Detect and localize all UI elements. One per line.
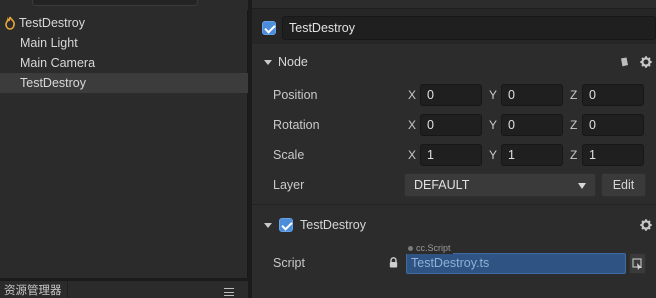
script-label: Script [273, 256, 305, 270]
gear-icon[interactable] [640, 56, 652, 68]
component-enabled-checkbox[interactable] [279, 218, 293, 232]
position-z-input[interactable]: 0 [582, 84, 644, 106]
hierarchy-item-testdestroy[interactable]: TestDestroy [0, 73, 248, 93]
script-type-tag: cc.Script [406, 243, 453, 254]
gear-icon[interactable] [640, 219, 652, 231]
hierarchy-toolbar [0, 0, 248, 10]
rotation-y-input[interactable]: 0 [501, 114, 563, 136]
chevron-down-icon[interactable] [264, 223, 272, 228]
rotation-label: Rotation [273, 118, 320, 132]
scale-z-input[interactable]: 1 [582, 144, 644, 166]
hierarchy-item-main-camera[interactable]: Main Camera [0, 53, 248, 73]
axis-z-label: Z [570, 118, 578, 132]
axis-x-label: X [408, 148, 417, 162]
position-y-input[interactable]: 0 [501, 84, 563, 106]
section-divider [252, 204, 656, 205]
axis-z-label: Z [570, 148, 578, 162]
hierarchy-item-main-light[interactable]: Main Light [0, 33, 248, 53]
scale-label: Scale [273, 148, 305, 162]
scale-y-input[interactable]: 1 [501, 144, 563, 166]
scale-x-input[interactable]: 1 [420, 144, 482, 166]
book-icon[interactable] [618, 56, 630, 68]
rotation-x-input[interactable]: 0 [420, 114, 482, 136]
dropdown-arrow-icon [578, 183, 586, 189]
asset-picker-button[interactable] [629, 253, 646, 274]
scene-root-label: TestDestroy [19, 16, 85, 30]
node-active-checkbox[interactable] [262, 21, 276, 35]
lock-icon [389, 257, 398, 268]
hierarchy-tree: TestDestroy Main Light Main Camera TestD… [0, 13, 248, 93]
layer-select[interactable]: DEFAULT [404, 173, 596, 197]
axis-x-label: X [408, 118, 417, 132]
layer-edit-button[interactable]: Edit [601, 173, 646, 197]
axis-z-label: Z [570, 88, 578, 102]
hierarchy-item-label: Main Light [20, 36, 78, 50]
layer-label: Layer [273, 178, 305, 192]
axis-y-label: Y [489, 118, 498, 132]
hierarchy-search-input[interactable] [32, 0, 198, 6]
position-label: Position [273, 88, 318, 102]
rotation-z-input[interactable]: 0 [582, 114, 644, 136]
assets-panel-header: 资源管理器 [0, 280, 248, 298]
node-name-field[interactable]: TestDestroy [282, 16, 656, 40]
component-section-header[interactable]: TestDestroy [252, 212, 656, 238]
hamburger-menu-icon[interactable] [224, 288, 234, 296]
node-section-title: Node [278, 55, 308, 69]
scene-root-item[interactable]: TestDestroy [0, 13, 248, 33]
position-x-input[interactable]: 0 [420, 84, 482, 106]
inspector-node-header: TestDestroy [252, 0, 656, 44]
chevron-down-icon[interactable] [264, 60, 272, 65]
scene-flame-icon [5, 16, 15, 30]
component-title: TestDestroy [300, 218, 366, 232]
script-asset-field[interactable]: TestDestroy.ts [406, 253, 626, 274]
axis-y-label: Y [489, 148, 498, 162]
tab-assets[interactable]: 资源管理器 [0, 281, 68, 298]
inspector-footer [252, 284, 656, 298]
inspector-toolbar [252, 0, 656, 9]
hierarchy-panel: TestDestroy Main Light Main Camera TestD… [0, 0, 248, 278]
axis-y-label: Y [489, 88, 498, 102]
hierarchy-item-label: TestDestroy [20, 76, 86, 90]
axis-x-label: X [408, 88, 417, 102]
inspector-panel: TestDestroy Node Position X 0 Y 0 Z 0 Ro… [252, 0, 656, 298]
hierarchy-item-label: Main Camera [20, 56, 96, 70]
layer-select-value: DEFAULT [414, 178, 470, 192]
locate-asset-icon [632, 258, 642, 270]
node-section-header[interactable]: Node [252, 49, 656, 75]
